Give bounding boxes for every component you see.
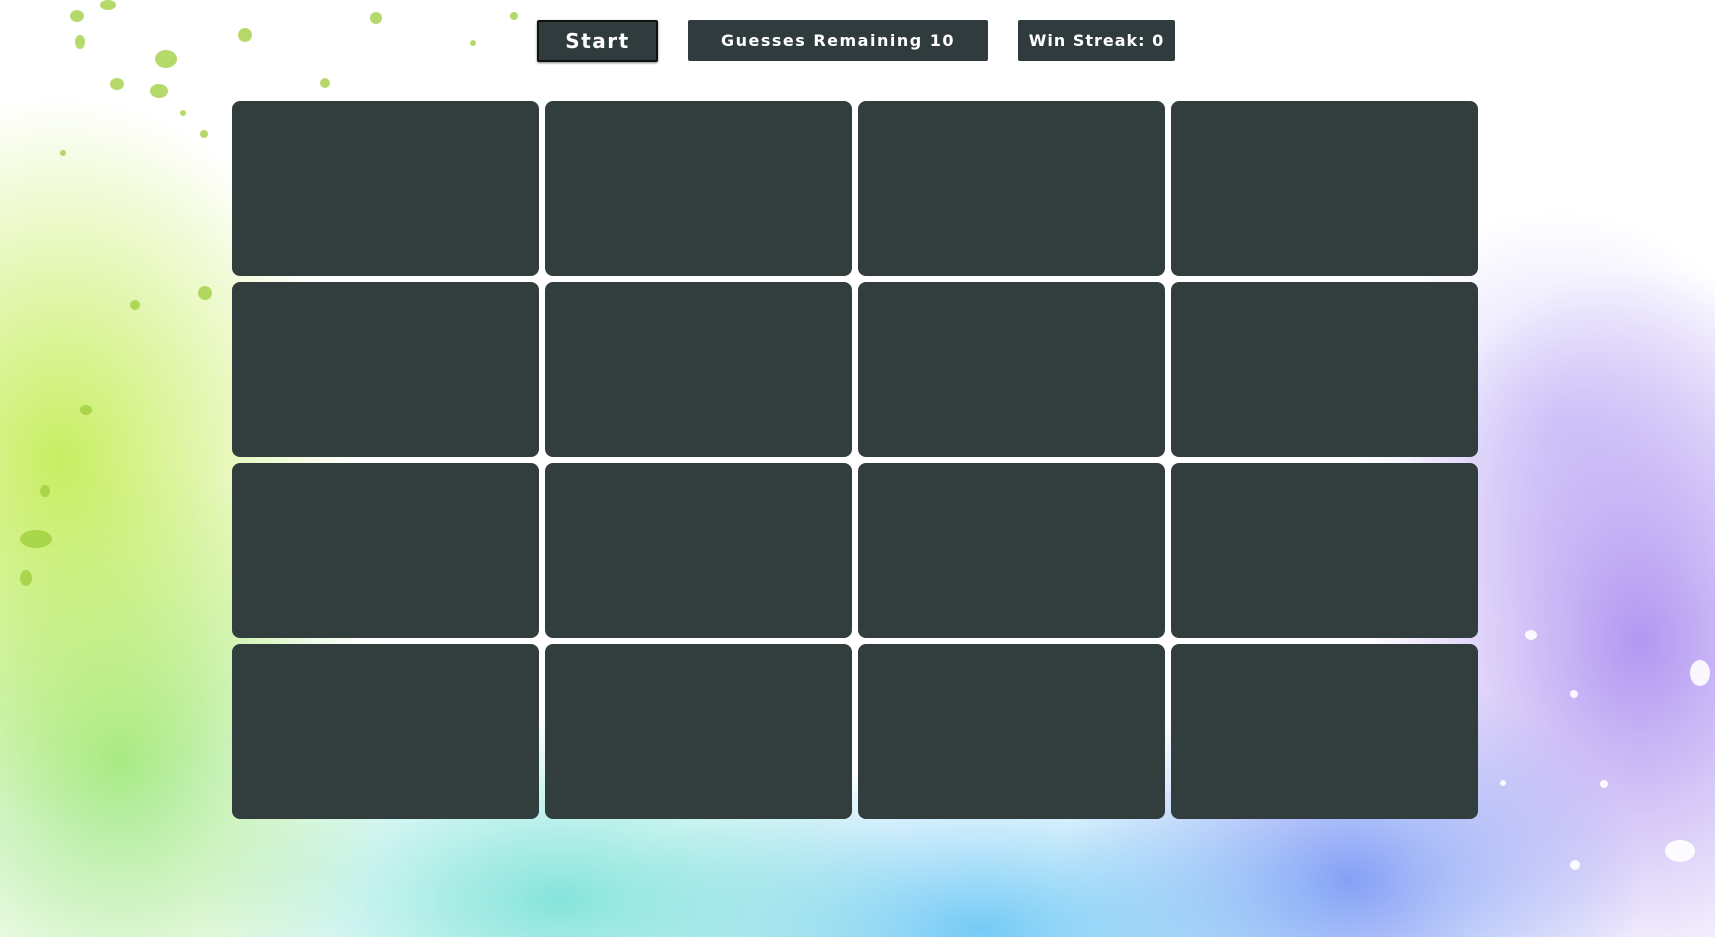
- card[interactable]: [545, 463, 852, 638]
- card[interactable]: [545, 101, 852, 276]
- card[interactable]: [1171, 101, 1478, 276]
- card[interactable]: [858, 101, 1165, 276]
- start-button[interactable]: Start: [537, 20, 658, 62]
- card[interactable]: [545, 282, 852, 457]
- card[interactable]: [232, 282, 539, 457]
- card[interactable]: [232, 463, 539, 638]
- card-grid: [232, 101, 1480, 819]
- card[interactable]: [1171, 463, 1478, 638]
- win-streak-display: Win Streak: 0: [1018, 20, 1175, 61]
- card[interactable]: [858, 644, 1165, 819]
- card[interactable]: [232, 644, 539, 819]
- card[interactable]: [1171, 644, 1478, 819]
- game-controls: Start Guesses Remaining 10 Win Streak: 0: [0, 0, 1715, 80]
- card[interactable]: [858, 463, 1165, 638]
- card[interactable]: [858, 282, 1165, 457]
- card[interactable]: [545, 644, 852, 819]
- card[interactable]: [1171, 282, 1478, 457]
- guesses-remaining-display: Guesses Remaining 10: [688, 20, 988, 61]
- card[interactable]: [232, 101, 539, 276]
